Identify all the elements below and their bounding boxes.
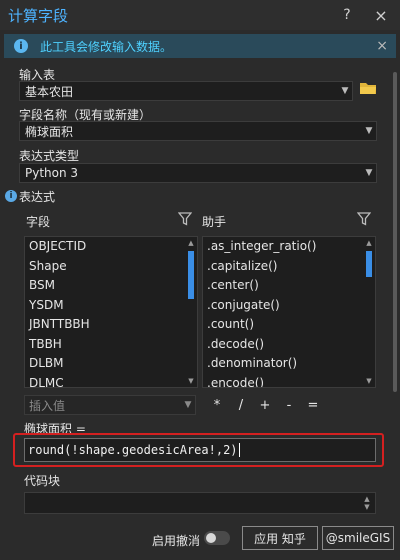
title-bar: 计算字段 ? ×: [0, 0, 400, 30]
list-item[interactable]: OBJECTID: [25, 237, 197, 257]
input-table-value: 基本农田: [25, 84, 74, 99]
expression-type-select[interactable]: Python 3 ▼: [19, 163, 377, 183]
ok-button-label: @smileGIS: [325, 531, 391, 545]
expression-label: 表达式: [19, 190, 56, 204]
list-item[interactable]: TBBH: [25, 335, 197, 355]
helpers-scrollbar[interactable]: ▲ ▼: [365, 239, 373, 385]
info-banner: i 此工具会修改输入数据。 ×: [4, 34, 396, 58]
list-item[interactable]: YSDM: [25, 296, 197, 316]
insert-value-select[interactable]: 插入值 ▼: [24, 395, 196, 415]
helpers-header: 助手: [202, 215, 227, 229]
info-message: 此工具会修改输入数据。: [40, 39, 173, 54]
chevron-down-icon: ▼: [184, 400, 192, 410]
list-item[interactable]: .encode(): [203, 374, 375, 388]
chevron-down-icon: ▼: [365, 168, 373, 178]
plus-operator-button[interactable]: +: [253, 398, 277, 413]
filter-icon[interactable]: [178, 212, 192, 226]
dialog-scrollbar[interactable]: [392, 62, 398, 517]
dismiss-info-button[interactable]: ×: [376, 38, 388, 54]
help-button[interactable]: ?: [336, 7, 358, 23]
scroll-thumb[interactable]: [188, 251, 194, 299]
chevron-down-icon: ▼: [341, 86, 349, 96]
list-item[interactable]: Shape: [25, 257, 197, 277]
helpers-list[interactable]: .as_integer_ratio() .capitalize() .cente…: [202, 236, 376, 388]
list-item[interactable]: JBNTTBBH: [25, 315, 197, 335]
info-icon: i: [14, 39, 28, 53]
close-button[interactable]: ×: [370, 6, 392, 25]
fields-header: 字段: [26, 215, 51, 229]
ok-button[interactable]: @smileGIS: [322, 526, 394, 550]
operator-bar: * / + - =: [205, 398, 325, 413]
fields-scrollbar[interactable]: ▲ ▼: [187, 239, 195, 385]
scroll-up-icon[interactable]: ▲: [365, 239, 373, 247]
list-item[interactable]: .as_integer_ratio(): [203, 237, 375, 257]
insert-value-label: 插入值: [29, 398, 66, 413]
input-table-select[interactable]: 基本农田 ▼: [19, 81, 353, 101]
list-item[interactable]: .conjugate(): [203, 296, 375, 316]
apply-button-label: 应用 知乎: [254, 531, 306, 546]
code-block-input[interactable]: ▲ ▼: [24, 492, 376, 514]
list-item[interactable]: .center(): [203, 276, 375, 296]
folder-icon[interactable]: [359, 81, 377, 95]
expression-text: round(!shape.geodesicArea!,2): [28, 443, 238, 457]
toggle-knob: [206, 533, 216, 543]
enable-undo-toggle[interactable]: [204, 531, 230, 545]
field-name-select[interactable]: 椭球面积 ▼: [19, 121, 377, 141]
scroll-thumb[interactable]: [393, 72, 397, 392]
enable-undo-label: 启用撤消: [152, 534, 201, 548]
filter-icon[interactable]: [357, 212, 371, 226]
divide-operator-button[interactable]: /: [229, 398, 253, 413]
fields-list[interactable]: OBJECTID Shape BSM YSDM JBNTTBBH TBBH DL…: [24, 236, 198, 388]
spin-arrows-icon[interactable]: ▲ ▼: [363, 495, 371, 511]
expression-type-value: Python 3: [25, 166, 79, 180]
list-item[interactable]: DLMC: [25, 374, 197, 388]
fields-items: OBJECTID Shape BSM YSDM JBNTTBBH TBBH DL…: [25, 237, 197, 388]
text-caret: [238, 443, 240, 457]
target-field-label: 椭球面积 =: [24, 422, 86, 436]
list-item[interactable]: .denominator(): [203, 354, 375, 374]
list-item[interactable]: .capitalize(): [203, 257, 375, 277]
scroll-up-icon[interactable]: ▲: [187, 239, 195, 247]
expression-input[interactable]: round(!shape.geodesicArea!,2): [24, 438, 376, 462]
expression-type-label: 表达式类型: [19, 149, 80, 163]
multiply-operator-button[interactable]: *: [205, 398, 229, 413]
apply-button[interactable]: 应用 知乎: [242, 526, 318, 550]
chevron-down-icon: ▼: [365, 126, 373, 136]
scroll-down-icon[interactable]: ▼: [187, 377, 195, 385]
equals-operator-button[interactable]: =: [301, 398, 325, 413]
window-title: 计算字段: [8, 6, 69, 25]
list-item[interactable]: BSM: [25, 276, 197, 296]
scroll-down-icon[interactable]: ▼: [365, 377, 373, 385]
info-icon: i: [5, 190, 17, 202]
field-name-value: 椭球面积: [25, 124, 74, 139]
list-item[interactable]: .decode(): [203, 335, 375, 355]
helpers-items: .as_integer_ratio() .capitalize() .cente…: [203, 237, 375, 388]
minus-operator-button[interactable]: -: [277, 398, 301, 413]
list-item[interactable]: .count(): [203, 315, 375, 335]
list-item[interactable]: DLBM: [25, 354, 197, 374]
code-block-label: 代码块: [24, 474, 61, 488]
scroll-thumb[interactable]: [366, 251, 372, 277]
